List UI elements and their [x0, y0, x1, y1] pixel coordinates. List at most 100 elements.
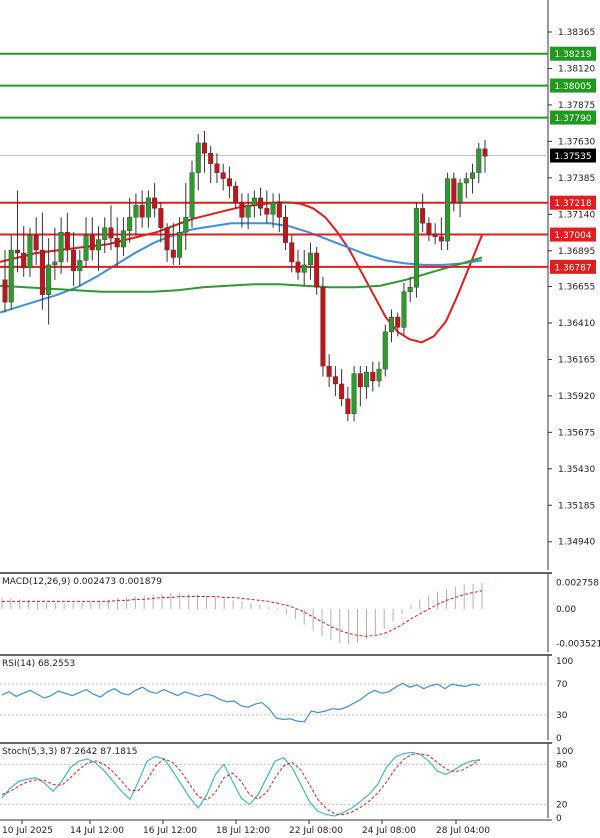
rsi-tick-label: 0	[556, 734, 562, 744]
candle-body	[208, 153, 214, 164]
price-tick-label: 1.37630	[558, 137, 595, 147]
candle-body	[407, 287, 413, 292]
candle-body	[457, 182, 463, 203]
candle-body	[420, 208, 426, 224]
candle-body	[8, 249, 14, 303]
level-label: 1.37004	[554, 231, 591, 241]
candle-body	[332, 376, 338, 385]
level-label: 1.37218	[554, 199, 591, 209]
candle-body	[108, 227, 114, 239]
candle-body	[258, 197, 264, 209]
candle-body	[33, 234, 39, 251]
candle-body	[345, 398, 351, 414]
macd-label: MACD(12,26,9) 0.002473 0.001879	[2, 577, 162, 587]
candle-body	[264, 208, 270, 215]
candle-body	[295, 261, 301, 273]
candle-body	[438, 236, 444, 242]
price-tick-label: 1.36655	[558, 282, 595, 292]
candle-body	[482, 148, 488, 157]
candle-body	[276, 202, 282, 218]
stoch-label: Stoch(5,3,3) 87.2642 87.1815	[2, 747, 137, 757]
time-tick-label: 14 Jul 12:00	[70, 826, 124, 836]
candle-body	[152, 197, 158, 209]
candle-body	[270, 202, 276, 215]
candle-body	[239, 202, 245, 218]
candle-body	[226, 178, 232, 187]
candle-body	[21, 252, 27, 269]
candle-body	[58, 231, 64, 263]
candle-body	[326, 365, 332, 377]
macd-tick-label: -0.003521	[556, 639, 600, 649]
price-tick-label: 1.37385	[558, 174, 595, 184]
candle-body	[364, 371, 370, 388]
level-label: 1.36787	[554, 263, 591, 273]
candle-body	[158, 208, 164, 228]
candle-body	[14, 249, 20, 254]
candle-body	[96, 239, 102, 251]
candle-body	[314, 252, 320, 288]
candle-body	[177, 231, 183, 258]
candle-body	[120, 230, 126, 248]
candle-body	[127, 217, 133, 231]
price-tick-label: 1.36410	[558, 319, 595, 329]
stoch-tick-label: 100	[556, 747, 573, 757]
level-label: 1.37790	[554, 114, 591, 124]
candle-body	[426, 223, 432, 234]
candle-body	[376, 368, 382, 382]
price-tick-label: 1.38365	[558, 28, 595, 38]
time-tick-label: 22 Jul 08:00	[289, 826, 343, 836]
time-tick-label: 24 Jul 08:00	[362, 826, 416, 836]
candle-body	[463, 178, 469, 184]
candle-body	[46, 264, 52, 295]
candle-body	[170, 249, 176, 258]
candle-body	[432, 233, 438, 237]
candle-body	[395, 316, 401, 328]
candle-body	[476, 148, 482, 173]
candle-body	[83, 234, 89, 261]
stoch-tick-label: 0	[556, 814, 562, 824]
candle-body	[233, 185, 239, 203]
candle-body	[251, 197, 257, 206]
candle-body	[52, 261, 58, 266]
candle-body	[145, 197, 151, 218]
candle-body	[351, 373, 357, 414]
rsi-tick-label: 100	[556, 657, 573, 667]
candle-body	[201, 142, 207, 154]
candle-body	[289, 242, 295, 263]
rsi-tick-label: 30	[556, 711, 568, 721]
price-tick-label: 1.35920	[558, 392, 595, 402]
time-tick-label: 18 Jul 12:00	[216, 826, 270, 836]
candle-body	[445, 178, 451, 242]
time-tick-label: 10 Jul 2025	[2, 826, 53, 836]
candle-body	[64, 231, 70, 251]
candle-body	[2, 279, 8, 303]
candle-body	[388, 316, 394, 333]
price-tick-label: 1.38120	[558, 64, 595, 74]
price-tick-label: 1.35185	[558, 501, 595, 511]
candle-body	[189, 172, 195, 218]
candle-body	[245, 205, 251, 218]
candle-body	[214, 163, 220, 173]
candle-body	[77, 260, 83, 272]
candle-body	[183, 217, 189, 233]
candle-body	[401, 291, 407, 328]
candle-body	[413, 208, 419, 288]
price-tick-label: 1.34940	[558, 538, 595, 548]
candle-body	[71, 249, 77, 272]
rsi-tick-label: 70	[556, 680, 568, 690]
candle-body	[133, 205, 139, 218]
candle-body	[114, 237, 120, 248]
price-tick-label: 1.35430	[558, 465, 595, 475]
candle-body	[301, 264, 307, 273]
time-tick-label: 16 Jul 12:00	[143, 826, 197, 836]
forex-chart: 1.38365 1.38120 1.37875 1.37630 1.37385 1.371…	[0, 0, 600, 838]
candle-body	[357, 373, 363, 388]
price-tick-label: 1.37140	[558, 210, 595, 220]
macd-tick-label: 0.00	[556, 605, 576, 615]
stoch-tick-label: 80	[556, 760, 568, 770]
price-tick-label: 1.37875	[558, 101, 595, 111]
candle-body	[283, 217, 289, 243]
candle-body	[470, 172, 476, 179]
candle-body	[307, 252, 313, 266]
candle-body	[195, 142, 201, 173]
